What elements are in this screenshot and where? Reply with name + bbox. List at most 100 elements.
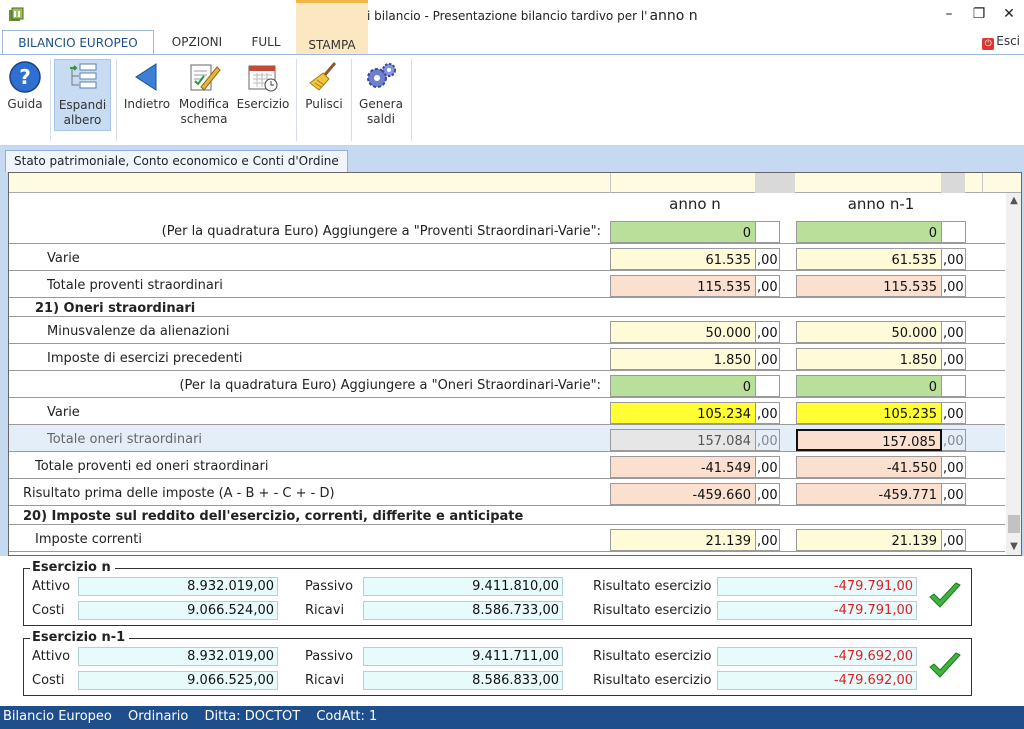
value-anno-n[interactable]: 21.139 bbox=[610, 529, 756, 551]
value-anno-n[interactable]: 0 bbox=[610, 375, 756, 397]
tab-stato-patrimoniale[interactable]: Stato patrimoniale, Conto economico e Co… bbox=[5, 150, 348, 172]
decimals-anno-n1[interactable]: ,00 bbox=[942, 275, 966, 297]
tab-stampa[interactable]: STAMPA bbox=[296, 0, 368, 54]
value-anno-n1[interactable]: -41.550 bbox=[796, 456, 942, 478]
pulisci-button[interactable]: Pulisci bbox=[302, 59, 346, 131]
ricavi-label: Ricavi bbox=[305, 673, 345, 688]
status-codatt: CodAtt: 1 bbox=[316, 709, 378, 724]
row-label: Imposte correnti bbox=[35, 532, 142, 547]
decimals-anno-n[interactable]: ,00 bbox=[756, 529, 780, 551]
decimals-anno-n1[interactable] bbox=[942, 375, 966, 397]
value-anno-n1[interactable]: 0 bbox=[796, 375, 942, 397]
value-anno-n1[interactable]: 1.850 bbox=[796, 348, 942, 370]
tab-opzioni[interactable]: OPZIONI bbox=[160, 30, 234, 54]
decimals-anno-n1[interactable]: ,00 bbox=[942, 321, 966, 343]
passivo-value: 9.411.810,00 bbox=[363, 577, 563, 596]
esercizio-button[interactable]: Esercizio bbox=[234, 59, 292, 131]
decimals-anno-n1[interactable]: ,00 bbox=[942, 456, 966, 478]
decimals-anno-n[interactable]: ,00 bbox=[756, 456, 780, 478]
calendar-icon bbox=[248, 65, 278, 92]
restore-icon[interactable]: ❐ bbox=[968, 4, 990, 24]
decimals-anno-n[interactable]: ,00 bbox=[756, 483, 780, 505]
panel-esercizio-n: Esercizio n Attivo 8.932.019,00 Passivo 9.41… bbox=[23, 560, 972, 626]
value-anno-n[interactable]: 157.084 bbox=[610, 429, 756, 451]
table-row: Totale proventi ed oneri straordinari -41… bbox=[9, 452, 1005, 479]
left-splitter[interactable] bbox=[0, 172, 8, 556]
row-label: (Per la quadratura Euro) Aggiungere a "P… bbox=[161, 224, 601, 239]
scroll-up-icon[interactable]: ▲ bbox=[1006, 193, 1021, 209]
decimals-anno-n1[interactable]: ,00 bbox=[942, 402, 966, 424]
decimals-anno-n1[interactable]: ,00 bbox=[942, 348, 966, 370]
guida-button[interactable]: ? Guida bbox=[4, 59, 46, 131]
risultato-label: Risultato esercizio bbox=[593, 649, 712, 664]
vertical-scrollbar[interactable]: ▲ ▼ bbox=[1006, 193, 1021, 555]
value-anno-n[interactable]: 61.535 bbox=[610, 248, 756, 270]
tab-full[interactable]: FULL bbox=[240, 30, 292, 54]
value-anno-n1[interactable]: 115.535 bbox=[796, 275, 942, 297]
risultato-value: -479.791,00 bbox=[717, 601, 917, 620]
decimals-anno-n1[interactable]: ,00 bbox=[942, 483, 966, 505]
value-anno-n1[interactable]: 0 bbox=[796, 221, 942, 243]
value-anno-n[interactable]: 105.234 bbox=[610, 402, 756, 424]
decimals-anno-n1[interactable] bbox=[942, 221, 966, 243]
decimals-anno-n[interactable] bbox=[756, 375, 780, 397]
window-title: Saldi di bilancio - Presentazione bilanc… bbox=[326, 8, 698, 24]
value-anno-n1[interactable]: 50.000 bbox=[796, 321, 942, 343]
decimals-anno-n[interactable] bbox=[756, 221, 780, 243]
value-anno-n1[interactable]: 105.235 bbox=[796, 402, 942, 424]
decimals-anno-n[interactable]: ,00 bbox=[756, 275, 780, 297]
decimals-anno-n[interactable]: ,00 bbox=[756, 402, 780, 424]
costi-label: Costi bbox=[32, 603, 65, 618]
tab-bilancio-europeo[interactable]: BILANCIO EUROPEO bbox=[2, 30, 154, 55]
table-row: Minusvalenze da alienazioni 50.000,00 50.0… bbox=[9, 317, 1005, 344]
value-anno-n[interactable]: -41.549 bbox=[610, 456, 756, 478]
value-anno-n1[interactable]: 157.085 bbox=[796, 429, 942, 451]
passivo-label: Passivo bbox=[305, 649, 354, 664]
gears-icon bbox=[367, 63, 396, 88]
scroll-thumb[interactable] bbox=[1008, 515, 1020, 533]
value-anno-n[interactable]: 115.535 bbox=[610, 275, 756, 297]
ribbon: ? Guida Espandi albero Indietro Modifica… bbox=[0, 54, 1024, 146]
header-separator bbox=[982, 173, 983, 193]
decimals-anno-n1[interactable]: ,00 bbox=[942, 529, 966, 551]
table-row: Totale proventi straordinari 115.535,00 11… bbox=[9, 271, 1005, 298]
decimals-anno-n[interactable]: ,00 bbox=[756, 348, 780, 370]
risultato-label: Risultato esercizio bbox=[593, 673, 712, 688]
row-label: Varie bbox=[47, 405, 80, 420]
risultato-value: -479.692,00 bbox=[717, 647, 917, 666]
value-anno-n[interactable]: -459.660 bbox=[610, 483, 756, 505]
value-anno-n1[interactable]: 21.139 bbox=[796, 529, 942, 551]
header-grey-cell bbox=[941, 173, 965, 193]
value-anno-n[interactable]: 0 bbox=[610, 221, 756, 243]
decimals-anno-n1[interactable]: ,00 bbox=[942, 429, 966, 451]
value-anno-n[interactable]: 50.000 bbox=[610, 321, 756, 343]
exit-label: Esci bbox=[996, 34, 1020, 48]
value-anno-n[interactable]: 1.850 bbox=[610, 348, 756, 370]
exit-icon: ⏻ bbox=[982, 38, 995, 50]
risultato-label: Risultato esercizio bbox=[593, 579, 712, 594]
decimals-anno-n[interactable]: ,00 bbox=[756, 321, 780, 343]
scroll-down-icon[interactable]: ▼ bbox=[1006, 539, 1021, 555]
check-icon bbox=[929, 582, 961, 608]
row-label: Totale proventi straordinari bbox=[47, 278, 223, 293]
espandi-albero-button[interactable]: Espandi albero bbox=[54, 59, 111, 131]
genera-saldi-button[interactable]: Genera saldi bbox=[356, 59, 406, 131]
close-icon[interactable]: ✕ bbox=[998, 4, 1020, 24]
ricavi-value: 8.586.833,00 bbox=[363, 671, 563, 690]
table-row: Varie 105.234,00 105.235,00 bbox=[9, 398, 1005, 425]
value-anno-n1[interactable]: 61.535 bbox=[796, 248, 942, 270]
indietro-button[interactable]: Indietro bbox=[121, 59, 173, 131]
decimals-anno-n[interactable]: ,00 bbox=[756, 248, 780, 270]
exit-button[interactable]: ⏻ Esci bbox=[982, 34, 1020, 50]
risultato-value: -479.692,00 bbox=[717, 671, 917, 690]
back-arrow-icon bbox=[135, 63, 157, 91]
minimize-icon[interactable]: – bbox=[938, 4, 960, 24]
balance-grid: anno n anno n-1 (Per la quadratura Euro)… bbox=[8, 172, 1022, 556]
decimals-anno-n[interactable]: ,00 bbox=[756, 429, 780, 451]
attivo-label: Attivo bbox=[32, 579, 71, 594]
passivo-label: Passivo bbox=[305, 579, 354, 594]
header-grey-cell bbox=[755, 173, 795, 193]
modifica-schema-button[interactable]: Modifica schema bbox=[177, 59, 231, 131]
decimals-anno-n1[interactable]: ,00 bbox=[942, 248, 966, 270]
value-anno-n1[interactable]: -459.771 bbox=[796, 483, 942, 505]
